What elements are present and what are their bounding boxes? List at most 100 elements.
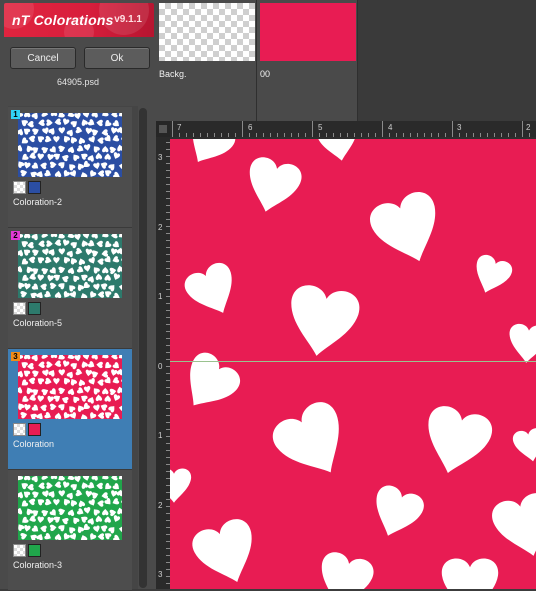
coloration-item[interactable]: Coloration-3 (8, 470, 132, 591)
coloration-thumbnail (18, 234, 122, 298)
ruler-tick (487, 133, 488, 137)
coloration-number-badge: 3 (11, 352, 20, 361)
coloration-item[interactable]: 3 Coloration (8, 349, 132, 470)
ruler-tick-label: 0 (158, 362, 163, 371)
ruler-tick (389, 133, 390, 137)
swatch-row (13, 302, 41, 315)
heart-shape (370, 191, 436, 262)
ruler-tick-label: 7 (177, 123, 182, 132)
ruler-tick (438, 133, 439, 137)
ruler-tick (305, 133, 306, 137)
ruler-tick (480, 133, 481, 137)
ruler-tick (445, 133, 446, 137)
document-canvas[interactable] (170, 139, 536, 589)
heart-shape (190, 352, 241, 406)
ruler-tick (242, 121, 243, 137)
ruler-tick (340, 133, 341, 137)
ruler-tick (291, 133, 292, 137)
layer-thumbnail-transparent (159, 3, 255, 61)
heart-shape (291, 285, 360, 356)
ruler-tick (375, 133, 376, 137)
ruler-tick (508, 133, 509, 137)
layer-00[interactable]: 00 (257, 0, 358, 121)
layer-background[interactable]: Backg. (156, 0, 257, 121)
coloration-thumbnail (18, 476, 122, 540)
ruler-tick (284, 133, 285, 137)
color-swatch[interactable] (28, 181, 41, 194)
horizontal-guide[interactable] (170, 361, 536, 362)
list-scrollbar[interactable] (139, 108, 147, 588)
ruler-origin-icon[interactable] (156, 121, 170, 137)
colorations-list[interactable]: 1 Coloration-2 2 Coloration-5 3 Coloration Col… (8, 106, 138, 591)
ruler-tick (424, 133, 425, 137)
ruler-tick (172, 121, 173, 137)
ruler-tick (193, 133, 194, 137)
ruler-tick (228, 133, 229, 137)
heart-shape (441, 558, 499, 589)
colorations-panel: nT Colorations v9.1.1 Cancel Ok 64905.ps… (0, 0, 156, 591)
heart-shape (272, 402, 339, 473)
ruler-tick (473, 133, 474, 137)
ruler-tick-label: 3 (158, 570, 163, 579)
color-swatch[interactable] (28, 544, 41, 557)
color-swatch[interactable] (28, 302, 41, 315)
heart-shape (249, 157, 302, 212)
heart-shape (476, 255, 513, 293)
heart-shape (428, 406, 493, 474)
ruler-tick-label: 4 (388, 123, 393, 132)
coloration-label: Coloration-2 (13, 197, 63, 207)
ruler-tick (368, 133, 369, 137)
ruler-tick (207, 133, 208, 137)
ruler-tick (529, 133, 530, 137)
file-name: 64905.psd (56, 77, 100, 87)
checkerboard-icon (13, 544, 26, 557)
ruler-tick (221, 133, 222, 137)
ruler-tick-label: 2 (158, 501, 163, 510)
ruler-tick (270, 133, 271, 137)
vertical-ruler[interactable]: 3 2 1 0 1 2 3 (156, 137, 170, 589)
swatch-row (13, 423, 41, 436)
ruler-tick (396, 133, 397, 137)
heart-shape (192, 139, 236, 162)
heart-shape (192, 519, 252, 583)
ruler-tick (333, 133, 334, 137)
coloration-item[interactable]: 1 Coloration-2 (8, 107, 132, 228)
checkerboard-icon (13, 423, 26, 436)
color-swatch[interactable] (28, 423, 41, 436)
ruler-tick (326, 133, 327, 137)
checkerboard-icon (13, 302, 26, 315)
ruler-tick (235, 133, 236, 137)
coloration-item[interactable]: 2 Coloration-5 (8, 228, 132, 349)
ruler-tick (319, 133, 320, 137)
ruler-tick (410, 133, 411, 137)
heart-shape (376, 485, 424, 536)
horizontal-ruler[interactable]: 7 6 5 4 3 2 (170, 121, 536, 137)
heart-shape (492, 493, 536, 556)
ruler-tick (179, 133, 180, 137)
canvas-area: 7 6 5 4 3 2 3 2 1 0 1 2 3 (156, 121, 536, 589)
coloration-thumbnail (18, 113, 122, 177)
ok-button[interactable]: Ok (84, 47, 150, 69)
ruler-tick (459, 133, 460, 137)
ruler-tick-label: 3 (457, 123, 462, 132)
ruler-tick (466, 133, 467, 137)
ruler-tick (347, 133, 348, 137)
layers-strip: Backg. 00 (156, 0, 536, 121)
checkerboard-icon (13, 181, 26, 194)
ruler-tick (256, 133, 257, 137)
swatch-row (13, 544, 41, 557)
ruler-tick-label: 6 (248, 123, 253, 132)
ruler-tick (214, 133, 215, 137)
ruler-tick (249, 133, 250, 137)
coloration-label: Coloration (13, 439, 55, 449)
coloration-number-badge: 2 (11, 231, 20, 240)
ruler-tick (186, 133, 187, 137)
ruler-tick (361, 133, 362, 137)
ruler-tick (277, 133, 278, 137)
ruler-tick (200, 133, 201, 137)
app-name: nT Colorations (12, 12, 114, 28)
layer-label: Backg. (159, 69, 187, 79)
ruler-tick (452, 121, 453, 137)
cancel-button[interactable]: Cancel (10, 47, 76, 69)
ruler-tick (431, 133, 432, 137)
